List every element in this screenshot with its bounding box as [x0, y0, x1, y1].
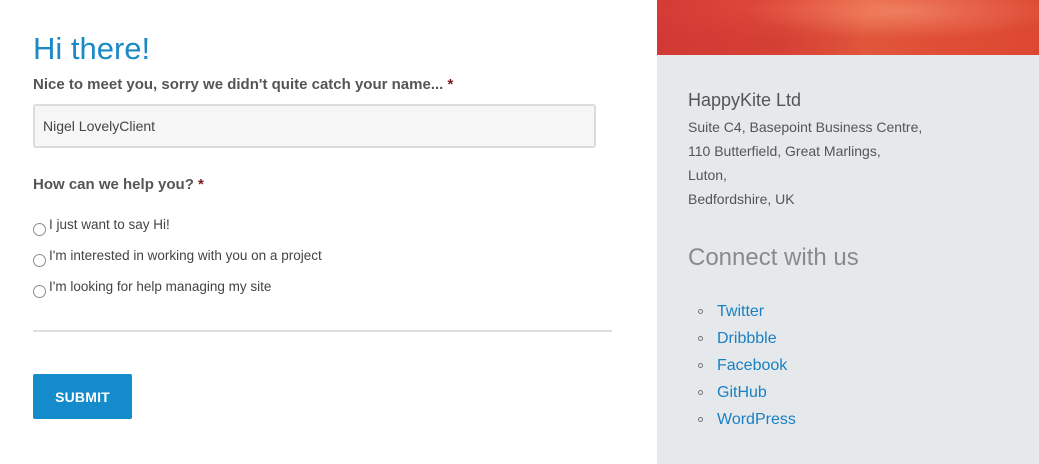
help-option-label[interactable]: I'm interested in working with you on a … — [49, 248, 322, 264]
connect-title: Connect with us — [688, 244, 859, 271]
facebook-link[interactable]: Facebook — [717, 357, 787, 374]
company-name: HappyKite Ltd — [688, 90, 802, 110]
address-line: Suite C4, Basepoint Business Centre, — [688, 119, 923, 135]
social-item-twitter: Twitter — [688, 302, 796, 329]
help-option-manage-site[interactable]: I'm looking for help managing my site — [33, 279, 271, 299]
social-item-facebook: Facebook — [688, 356, 796, 383]
bullet-icon — [698, 390, 703, 395]
radio-button[interactable] — [33, 254, 46, 267]
radio-button[interactable] — [33, 285, 46, 298]
social-item-wordpress: WordPress — [688, 410, 796, 437]
social-item-dribbble: Dribbble — [688, 329, 796, 356]
bullet-icon — [698, 417, 703, 422]
form-title: Hi there! — [33, 31, 151, 66]
required-marker: * — [447, 76, 454, 93]
name-label: Nice to meet you, sorry we didn't quite … — [33, 75, 453, 95]
form-divider — [33, 330, 612, 332]
address-line: 110 Butterfield, Great Marlings, — [688, 143, 881, 159]
social-item-github: GitHub — [688, 383, 796, 410]
help-label-text: How can we help you? — [33, 176, 194, 193]
help-option-project[interactable]: I'm interested in working with you on a … — [33, 248, 322, 268]
help-option-say-hi[interactable]: I just want to say Hi! — [33, 217, 170, 237]
contact-page: Hi there! Nice to meet you, sorry we did… — [0, 0, 1039, 464]
radio-button[interactable] — [33, 223, 46, 236]
help-option-label[interactable]: I just want to say Hi! — [49, 217, 170, 233]
twitter-link[interactable]: Twitter — [717, 303, 764, 320]
address-line: Luton, — [688, 167, 727, 183]
sidebar: HappyKite Ltd Suite C4, Basepoint Busine… — [657, 0, 1039, 464]
wordpress-link[interactable]: WordPress — [717, 411, 796, 428]
help-label: How can we help you? * — [33, 175, 204, 195]
help-option-label[interactable]: I'm looking for help managing my site — [49, 279, 271, 295]
submit-button[interactable]: SUBMIT — [33, 374, 132, 419]
address-line: Bedfordshire, UK — [688, 191, 795, 207]
dribbble-link[interactable]: Dribbble — [717, 330, 777, 347]
name-label-text: Nice to meet you, sorry we didn't quite … — [33, 76, 444, 93]
sidebar-banner — [657, 0, 1039, 55]
bullet-icon — [698, 363, 703, 368]
required-marker: * — [198, 176, 204, 193]
social-links: Twitter Dribbble Facebook GitHub WordPre… — [688, 302, 796, 437]
name-input[interactable] — [33, 104, 596, 148]
bullet-icon — [698, 309, 703, 314]
github-link[interactable]: GitHub — [717, 384, 767, 401]
bullet-icon — [698, 336, 703, 341]
